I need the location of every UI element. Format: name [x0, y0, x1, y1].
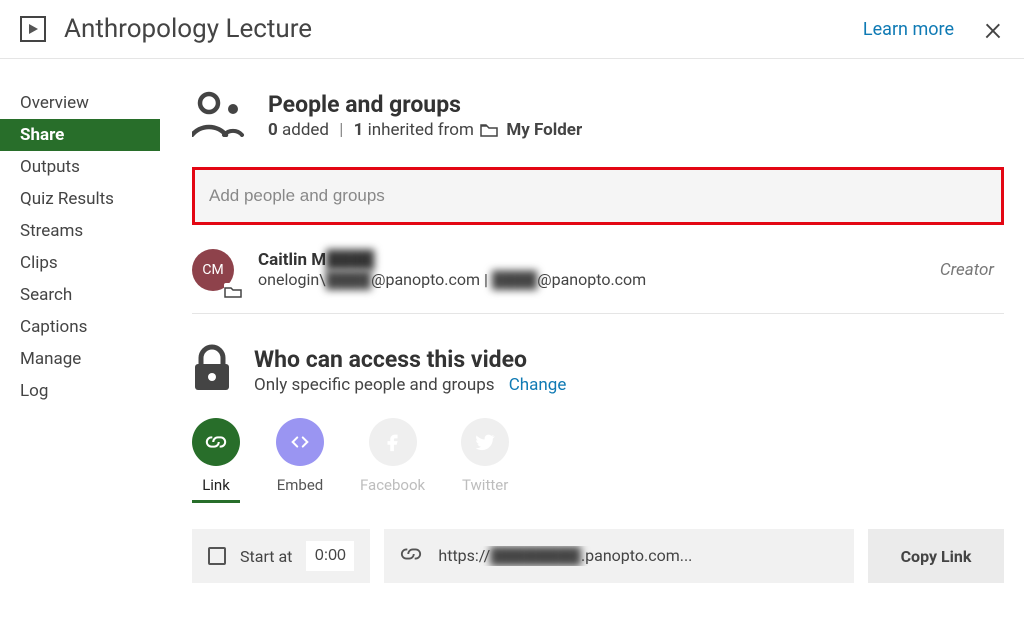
shared-user-detail: onelogin\████@panopto.com | ████@panopto…: [258, 270, 940, 290]
avatar: CM: [192, 249, 234, 291]
share-option-label: Twitter: [462, 476, 508, 494]
share-url-text: https://████████.panopto.com...: [438, 546, 692, 566]
fb-icon: [369, 418, 417, 466]
add-people-input[interactable]: [195, 170, 1001, 222]
people-inherited-suffix: inherited from: [363, 120, 474, 140]
shared-user-name: Caitlin M████: [258, 250, 940, 270]
people-icon: [192, 91, 246, 141]
share-option-label: Embed: [277, 476, 324, 494]
share-option-fb: Facebook: [360, 418, 425, 503]
shared-user-row: CM Caitlin M████ onelogin\████@panopto.c…: [192, 249, 1004, 314]
sidebar-item-share[interactable]: Share: [0, 119, 160, 151]
link-icon: [400, 543, 422, 569]
share-option-embed[interactable]: Embed: [276, 418, 324, 503]
start-at-label: Start at: [240, 547, 292, 566]
start-at-time-input[interactable]: [306, 541, 354, 571]
sidebar-item-search[interactable]: Search: [0, 279, 160, 311]
sidebar-item-clips[interactable]: Clips: [0, 247, 160, 279]
add-people-input-highlight: [192, 167, 1004, 225]
sidebar-item-quiz-results[interactable]: Quiz Results: [0, 183, 160, 215]
access-subtitle: Only specific people and groups Change: [254, 375, 566, 395]
tw-icon: [461, 418, 509, 466]
share-url-box[interactable]: https://████████.panopto.com...: [384, 529, 854, 583]
folder-icon: [480, 122, 498, 136]
copy-link-button[interactable]: Copy Link: [868, 529, 1004, 583]
start-at-checkbox[interactable]: [208, 547, 226, 565]
people-section-header: People and groups 0 added | 1 inherited …: [192, 91, 1004, 141]
people-added-count: 0: [268, 120, 278, 140]
access-section-header: Who can access this video Only specific …: [192, 344, 1004, 396]
access-title: Who can access this video: [254, 346, 566, 373]
shared-user-role: Creator: [940, 260, 1004, 280]
sidebar-item-manage[interactable]: Manage: [0, 343, 160, 375]
start-at-box: Start at: [192, 529, 370, 583]
close-icon[interactable]: ×: [984, 12, 1002, 46]
people-added-suffix: added: [278, 120, 329, 140]
share-option-tw: Twitter: [461, 418, 509, 503]
sidebar-item-captions[interactable]: Captions: [0, 311, 160, 343]
sidebar-item-outputs[interactable]: Outputs: [0, 151, 160, 183]
link-bar: Start at https://████████.panopto.com...…: [192, 529, 1004, 583]
sidebar: OverviewShareOutputsQuiz ResultsStreamsC…: [0, 59, 160, 583]
video-play-icon: [20, 16, 46, 42]
share-panel: People and groups 0 added | 1 inherited …: [160, 59, 1024, 583]
people-inherited-count: 1: [354, 120, 364, 140]
modal-body: OverviewShareOutputsQuiz ResultsStreamsC…: [0, 59, 1024, 583]
share-methods: Link Embed Facebook Twitter: [192, 418, 1004, 503]
people-subtitle: 0 added | 1 inherited from My Folder: [268, 120, 582, 140]
share-option-label: Link: [202, 476, 230, 494]
sidebar-item-log[interactable]: Log: [0, 375, 160, 407]
people-folder-name: My Folder: [506, 120, 582, 140]
share-option-link[interactable]: Link: [192, 418, 240, 503]
folder-badge-icon: [224, 283, 242, 297]
change-access-link[interactable]: Change: [509, 375, 567, 395]
shared-user-info: Caitlin M████ onelogin\████@panopto.com …: [258, 250, 940, 290]
lock-icon: [192, 344, 232, 396]
page-title: Anthropology Lecture: [64, 14, 863, 44]
sidebar-item-streams[interactable]: Streams: [0, 215, 160, 247]
sidebar-item-overview[interactable]: Overview: [0, 87, 160, 119]
share-option-label: Facebook: [360, 476, 425, 494]
learn-more-link[interactable]: Learn more: [863, 19, 954, 40]
link-icon: [192, 418, 240, 466]
people-title: People and groups: [268, 91, 582, 118]
modal-header: Anthropology Lecture Learn more ×: [0, 0, 1024, 59]
embed-icon: [276, 418, 324, 466]
